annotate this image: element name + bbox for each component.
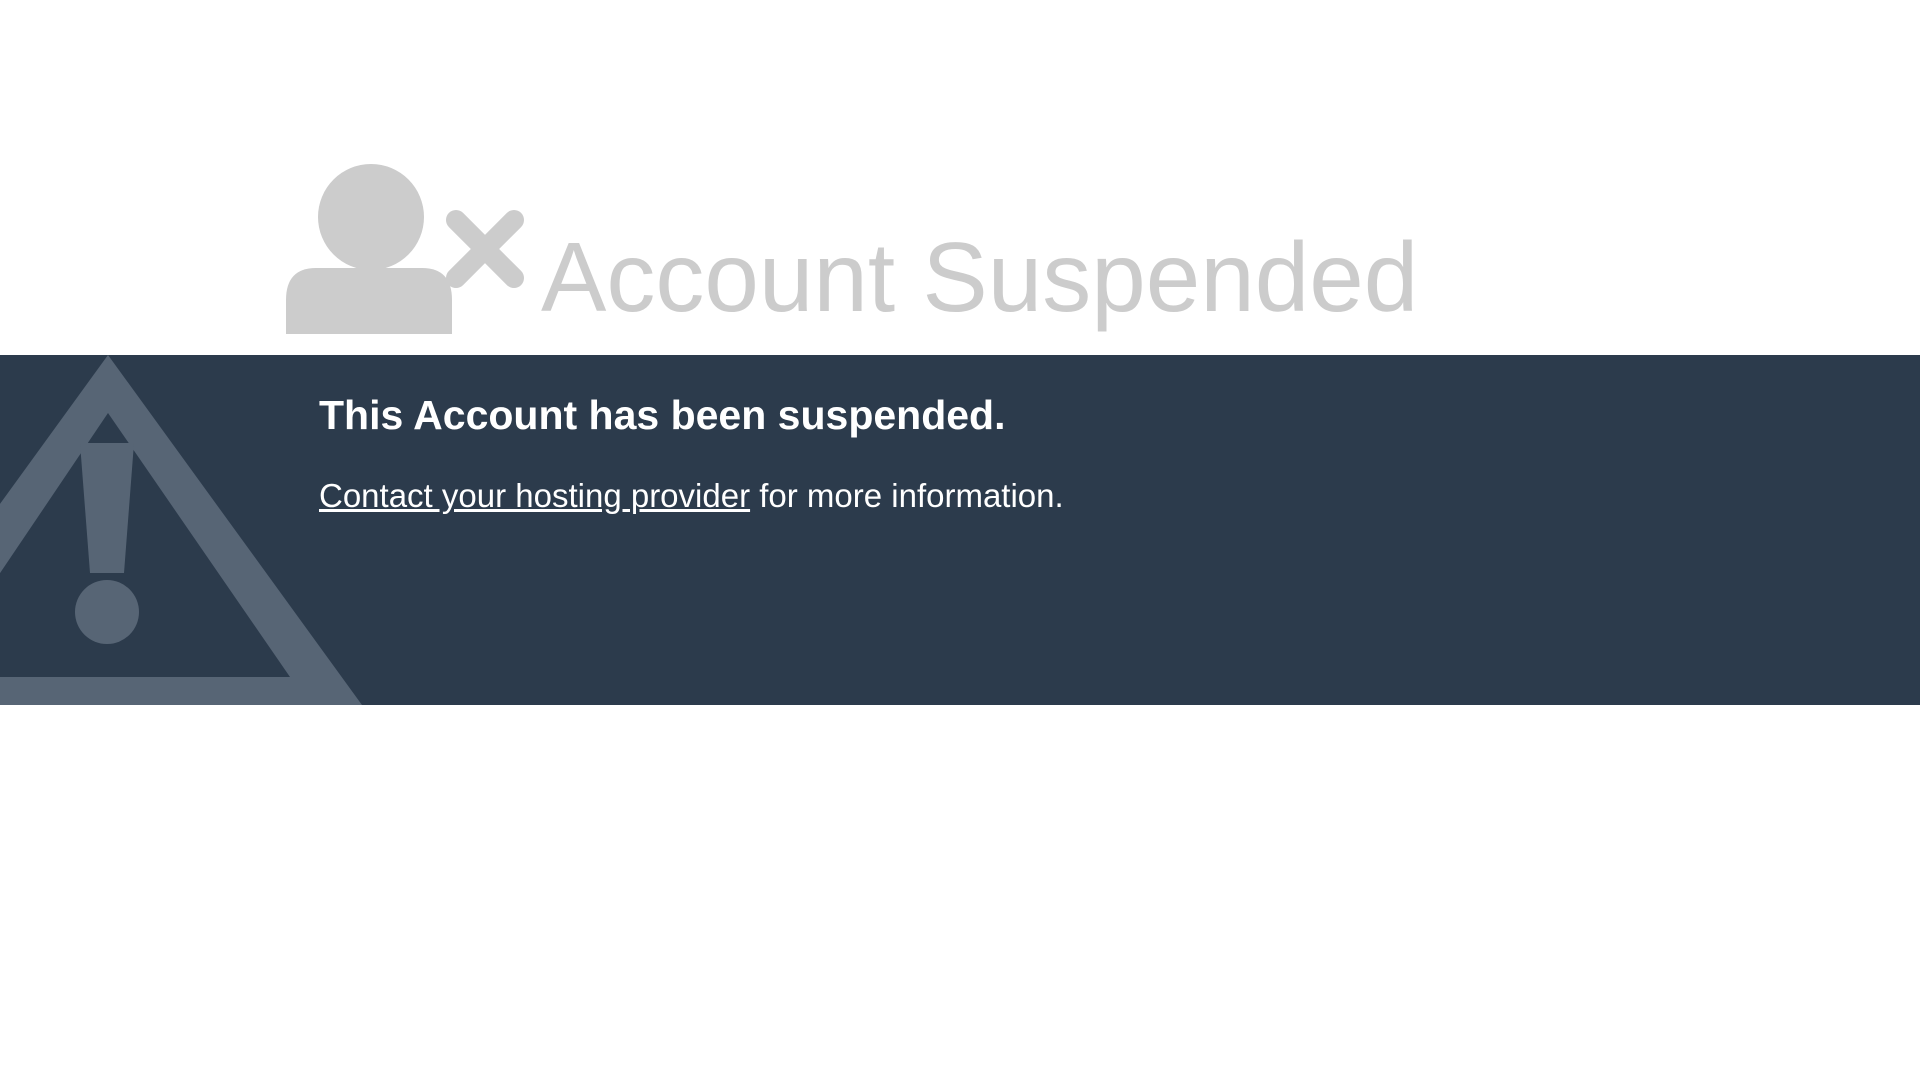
contact-hosting-provider-link[interactable]: Contact your hosting provider — [319, 477, 750, 514]
warning-icon — [0, 355, 362, 705]
suspension-message: Contact your hosting provider for more i… — [319, 476, 1064, 516]
user-remove-icon — [286, 164, 524, 334]
message-suffix: for more information. — [750, 477, 1064, 514]
suspension-heading: This Account has been suspended. — [319, 392, 1006, 438]
page-title: Account Suspended — [541, 222, 1419, 332]
page-header: Account Suspended — [0, 0, 1920, 355]
suspended-page: Account Suspended This Account has been … — [0, 0, 1920, 1080]
suspension-banner: This Account has been suspended. Contact… — [0, 355, 1920, 705]
